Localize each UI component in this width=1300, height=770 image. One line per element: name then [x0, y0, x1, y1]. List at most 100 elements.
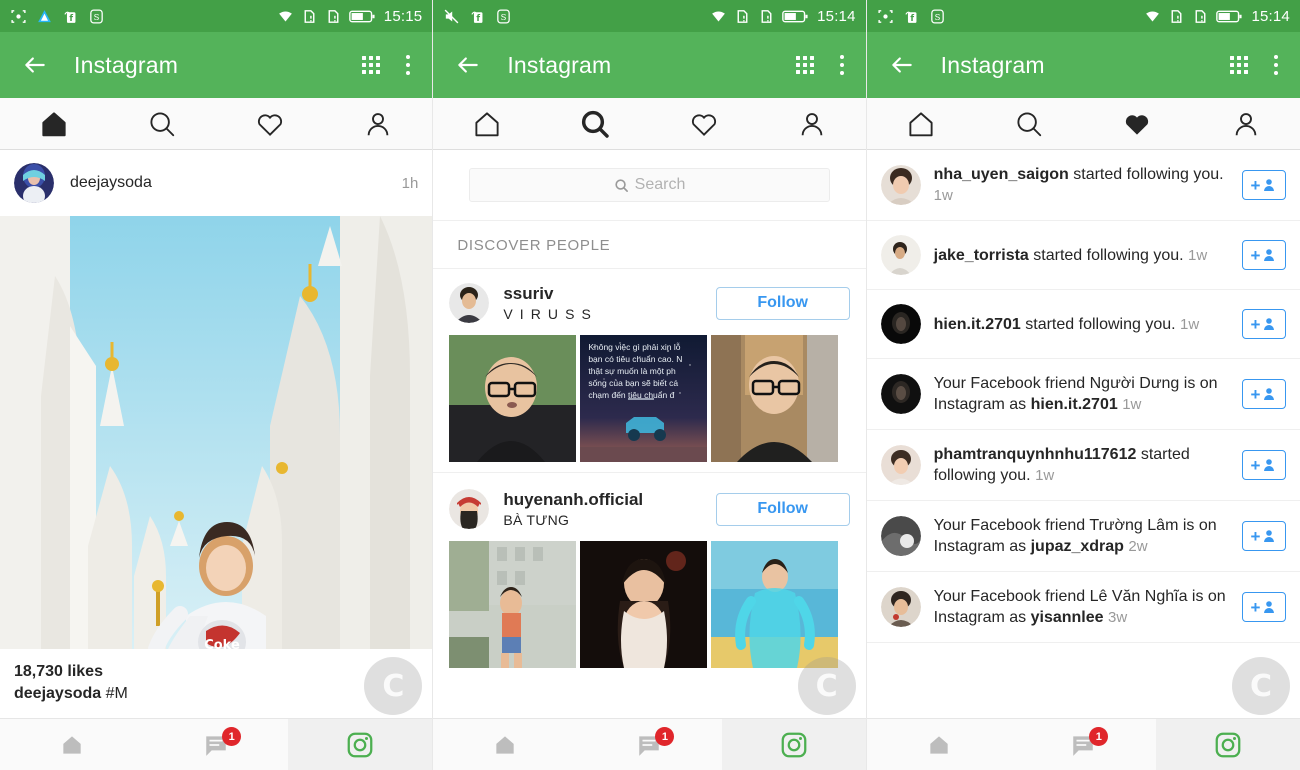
thumbnail[interactable] [711, 335, 839, 462]
follow-back-button[interactable]: + [1241, 240, 1286, 270]
system-instagram-button[interactable] [288, 719, 433, 770]
activity-row[interactable]: Your Facebook friend Lê Văn Nghĩa is on … [866, 572, 1300, 643]
tab-profile[interactable] [758, 109, 866, 139]
activity-username[interactable]: hien.it.2701 [934, 316, 1021, 333]
avatar[interactable] [449, 283, 490, 323]
tab-activity[interactable] [1083, 109, 1191, 139]
back-arrow-icon[interactable] [455, 52, 481, 78]
avatar[interactable] [449, 489, 490, 529]
follow-back-button[interactable]: + [1241, 592, 1286, 622]
tab-activity[interactable] [649, 109, 757, 139]
three-panel-screenshot-set: f S 15:15 Instagram deejaysoda 1h Coke 1… [0, 0, 1300, 770]
activity-username[interactable]: yisannlee [1031, 609, 1104, 626]
avatar[interactable] [880, 587, 921, 627]
back-arrow-icon[interactable] [889, 52, 915, 78]
system-recents-button[interactable]: 1 [577, 719, 721, 770]
more-vertical-icon[interactable] [1273, 55, 1278, 75]
facebook-icon: f [905, 11, 917, 23]
system-instagram-button[interactable] [1155, 719, 1300, 770]
discover-person-username[interactable]: ssuriv [503, 284, 592, 304]
discover-person-thumbnails: Không việc gì phải xin lỗ bạn có tiêu ch… [433, 323, 865, 472]
more-vertical-icon[interactable] [406, 55, 411, 75]
activity-username[interactable]: phamtranquynhnhu117612 [934, 446, 1137, 463]
post-photo[interactable]: Coke [0, 216, 433, 649]
tab-search[interactable] [108, 109, 216, 139]
discover-person-username[interactable]: huyenanh.official [503, 490, 643, 510]
svg-text:S: S [94, 13, 100, 23]
tab-search[interactable] [541, 108, 649, 140]
system-navigation-bar: 1 [0, 718, 433, 770]
tab-home[interactable] [433, 109, 541, 139]
more-vertical-icon[interactable] [839, 55, 844, 75]
system-home-button[interactable] [0, 719, 144, 770]
grid-icon[interactable] [1229, 56, 1248, 74]
screen-recorder-floating-button[interactable]: C [797, 657, 856, 715]
avatar[interactable] [14, 163, 54, 203]
plus-icon: + [1250, 455, 1261, 475]
tab-profile[interactable] [1192, 109, 1300, 139]
system-recents-button[interactable]: 1 [144, 719, 288, 770]
status-left-icons: f S [877, 8, 946, 25]
avatar[interactable] [880, 374, 921, 414]
plus-icon: + [1250, 314, 1261, 334]
activity-username[interactable]: jupaz_xdrap [1031, 538, 1124, 555]
activity-row[interactable]: Your Facebook friend Trường Lâm is on In… [866, 501, 1300, 572]
caption-username[interactable]: deejaysoda [14, 685, 101, 702]
thumbnail[interactable] [580, 541, 708, 668]
tab-activity[interactable] [216, 109, 324, 139]
person-add-icon [1264, 388, 1275, 400]
screen-recorder-floating-button[interactable]: C [364, 657, 423, 715]
system-home-button[interactable] [867, 719, 1011, 770]
thumbnail[interactable] [711, 541, 839, 668]
notification-badge: 1 [222, 727, 242, 746]
activity-row[interactable]: nha_uyen_saigon started following you. 1… [866, 150, 1300, 221]
follow-back-button[interactable]: + [1241, 379, 1286, 409]
tab-search[interactable] [975, 109, 1083, 139]
follow-button[interactable]: Follow [715, 286, 850, 320]
search-icon [615, 178, 628, 192]
status-bar: f S 15:14 [866, 0, 1300, 32]
follow-back-button[interactable]: + [1241, 170, 1286, 200]
avatar[interactable] [880, 445, 921, 485]
activity-row[interactable]: hien.it.2701 started following you. 1w + [866, 290, 1300, 359]
s-app-icon: S [930, 8, 944, 24]
avatar[interactable] [880, 516, 921, 556]
discover-person-meta: huyenanh.official BÀ TƯNG [503, 490, 643, 528]
screen-recorder-floating-button[interactable]: C [1231, 657, 1290, 715]
activity-timestamp: 1w [1035, 467, 1055, 484]
tab-profile[interactable] [324, 109, 432, 139]
back-arrow-icon[interactable] [22, 52, 48, 78]
search-bar-container: Search [433, 150, 866, 220]
system-recents-button[interactable]: 1 [1011, 719, 1155, 770]
follow-back-button[interactable]: + [1241, 309, 1286, 339]
activity-username[interactable]: hien.it.2701 [1031, 396, 1118, 413]
status-right-icons: 15:15 [277, 8, 423, 25]
system-instagram-button[interactable] [721, 719, 866, 770]
activity-row[interactable]: phamtranquynhnhu117612 started following… [866, 430, 1300, 501]
activity-row[interactable]: Your Facebook friend Người Dưng is on In… [866, 359, 1300, 430]
follow-button[interactable]: Follow [715, 492, 850, 526]
activity-username[interactable]: nha_uyen_saigon [934, 166, 1069, 183]
avatar[interactable] [880, 304, 921, 344]
follow-back-button[interactable]: + [1241, 521, 1286, 551]
app-title: Instagram [940, 51, 1045, 78]
post-username[interactable]: deejaysoda [70, 174, 152, 192]
avatar[interactable] [880, 235, 921, 275]
thumbnail[interactable] [449, 335, 577, 462]
grid-icon[interactable] [362, 56, 381, 74]
thumbnail[interactable]: Không việc gì phải xin lỗ bạn có tiêu ch… [580, 335, 708, 462]
thumbnail[interactable] [449, 541, 577, 668]
follow-back-button[interactable]: + [1241, 450, 1286, 480]
avatar[interactable] [880, 165, 921, 205]
plus-icon: + [1250, 384, 1261, 404]
system-home-button[interactable] [433, 719, 577, 770]
grid-icon[interactable] [795, 56, 814, 74]
status-left-icons: f S [10, 8, 105, 25]
search-input[interactable]: Search [469, 168, 830, 202]
tab-home[interactable] [0, 109, 108, 139]
activity-username[interactable]: jake_torrista [934, 247, 1029, 264]
battery-icon [782, 10, 808, 22]
sim1-icon [304, 9, 315, 23]
tab-home[interactable] [867, 109, 975, 139]
activity-row[interactable]: jake_torrista started following you. 1w … [866, 221, 1300, 290]
